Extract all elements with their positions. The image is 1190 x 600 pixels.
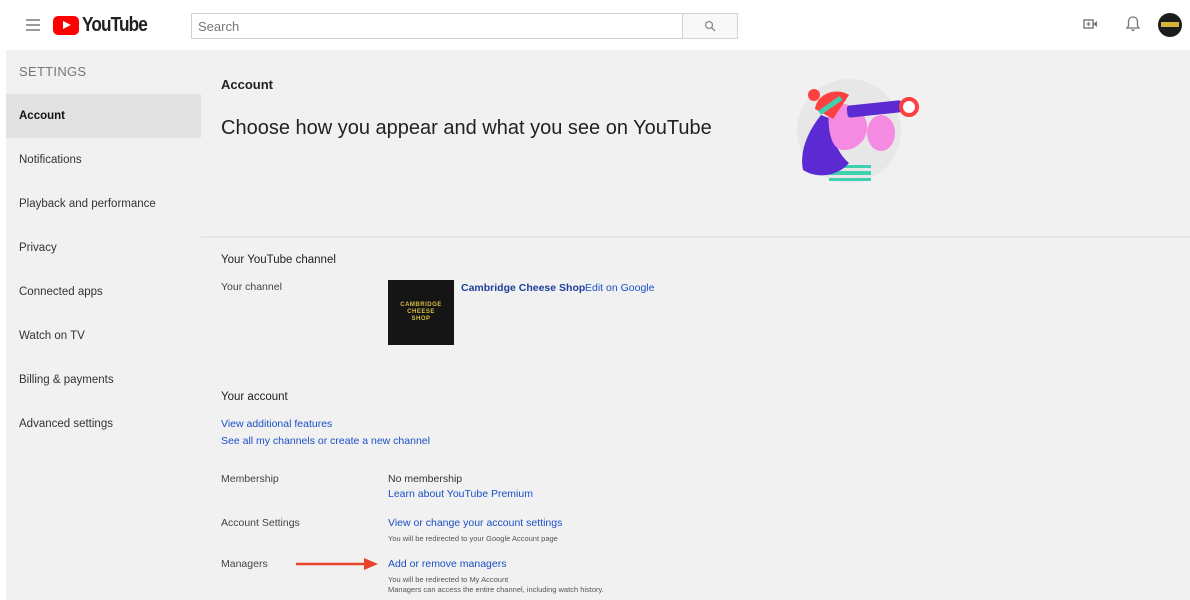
channel-heading: Your YouTube channel <box>221 254 336 266</box>
section-title: Account <box>221 77 273 92</box>
search-button[interactable] <box>682 13 738 39</box>
red-arrow-icon <box>296 558 378 570</box>
bell-icon[interactable] <box>1125 15 1141 33</box>
channel-label: Your channel <box>221 281 282 293</box>
main-content: Account Choose how you appear and what y… <box>201 50 1190 600</box>
account-heading: Your account <box>221 391 288 403</box>
play-logo-icon <box>53 15 79 35</box>
account-settings-note: You will be redirected to your Google Ac… <box>388 534 558 543</box>
sidebar-item-watch-on-tv[interactable]: Watch on TV <box>6 314 201 358</box>
search-box <box>191 13 682 39</box>
menu-icon[interactable] <box>26 19 40 31</box>
view-features-link[interactable]: View additional features <box>221 418 332 430</box>
binoculars-illustration <box>797 79 919 183</box>
sidebar-title: SETTINGS <box>19 64 87 79</box>
sidebar-item-billing[interactable]: Billing & payments <box>6 358 201 402</box>
membership-label: Membership <box>221 473 279 485</box>
managers-note-access: Managers can access the entire channel, … <box>388 585 604 594</box>
page-headline: Choose how you appear and what you see o… <box>221 117 712 139</box>
logo-text: YouTube <box>82 13 148 36</box>
sidebar-item-account[interactable]: Account <box>6 94 201 138</box>
sidebar-item-connected-apps[interactable]: Connected apps <box>6 270 201 314</box>
search-input[interactable] <box>192 14 682 38</box>
account-hero: Account Choose how you appear and what y… <box>201 50 1190 235</box>
thumbnail-logo-text: CAMBRIDGE CHEESE SHOP <box>400 302 442 322</box>
account-settings-link[interactable]: View or change your account settings <box>388 517 562 529</box>
avatar[interactable] <box>1158 13 1182 37</box>
settings-sidebar: SETTINGS Account Notifications Playback … <box>6 50 201 600</box>
account-settings-label: Account Settings <box>221 517 300 529</box>
sidebar-item-privacy[interactable]: Privacy <box>6 226 201 270</box>
section-divider <box>201 236 1190 238</box>
sidebar-item-playback[interactable]: Playback and performance <box>6 182 201 226</box>
top-bar: YouTube <box>0 0 1190 50</box>
learn-premium-link[interactable]: Learn about YouTube Premium <box>388 488 533 500</box>
sidebar-item-advanced[interactable]: Advanced settings <box>6 402 201 446</box>
managers-note-redirect: You will be redirected to My Account <box>388 575 509 584</box>
search-icon <box>704 20 716 32</box>
sidebar-item-notifications[interactable]: Notifications <box>6 138 201 182</box>
membership-value: No membership <box>388 473 463 485</box>
channel-thumbnail[interactable]: CAMBRIDGE CHEESE SHOP <box>388 280 454 345</box>
video-camera-icon[interactable] <box>1083 18 1099 30</box>
channel-name-link[interactable]: Cambridge Cheese Shop <box>461 282 585 294</box>
edit-on-google-link[interactable]: Edit on Google <box>585 282 654 294</box>
managers-label: Managers <box>221 558 268 570</box>
youtube-logo[interactable]: YouTube <box>53 14 158 36</box>
see-channels-link[interactable]: See all my channels or create a new chan… <box>221 435 430 447</box>
add-remove-managers-link[interactable]: Add or remove managers <box>388 558 506 570</box>
